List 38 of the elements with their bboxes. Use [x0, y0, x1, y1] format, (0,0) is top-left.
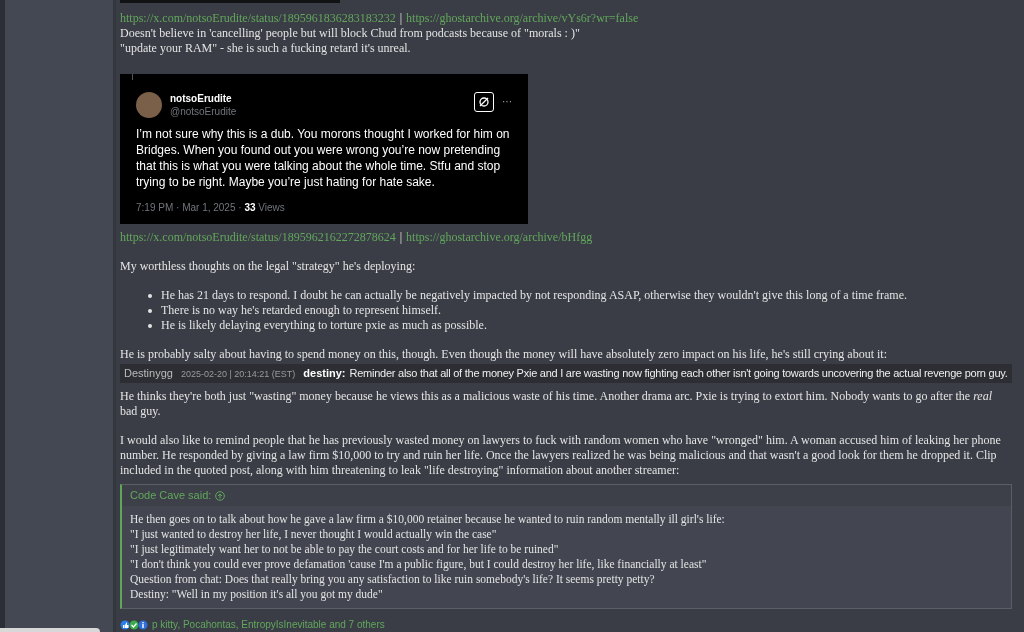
quote-text: "I don't think you could ever prove defamation 'cause I'm a public figure, but I could destroy her life, like financially at least" — [130, 557, 708, 572]
bullet-icon — [148, 309, 152, 313]
bullet-icon — [148, 324, 152, 328]
chat-text: Reminder also that all of the money Pxie and I are wasting now fighting each other isn't going towards uncovering the actual revenge porn guy. — [349, 366, 1008, 380]
post-text: My worthless thoughts on the legal "strategy" he's deploying: — [120, 259, 417, 274]
post-text: He is probably salty about having to spend money on this, though. Even though the money will have absolutely zero impact on his life, he's still crying about it: — [120, 347, 889, 362]
tweet-text: I’m not sure why this is a dub. You morons thought I worked for him on Bridges. When you found out you were wrong you’re now pretending that this is what you were talking about the whole time. Stfu and stop trying to be right. Maybe you’re just hating for hate sake. — [136, 125, 511, 190]
quote-text: "I just legitimately want her to not be able to pay the court costs and for her life to be ruined" — [130, 542, 560, 557]
quote-author-link[interactable]: Code Cave said: — [130, 488, 212, 503]
user-handle: @notsoErudite — [170, 104, 237, 118]
list-item-text: He has 21 days to respond. I doubt he can actually be negatively impacted by not responding ASAP, otherwise they wouldn't give this long of a time frame. — [161, 288, 907, 303]
tweet-meta: 7:19 PM · Mar 1, 2025 · 33 Views — [136, 200, 286, 215]
quote-text: Destiny: "Well in my position it's all you got my dude" — [130, 587, 384, 602]
post-text: He thinks they're both just "wasting" money because he views this as a malicious waste of his time. Another drama arc. Pxie is trying to extort him. Nobody wants to go after the real bad guy. — [120, 389, 993, 419]
post-text: "update your RAM" - she is such a fucking retard it's unreal. — [120, 40, 412, 56]
separator-text: | — [399, 230, 403, 245]
scrollbar-thumb[interactable] — [0, 628, 100, 632]
quote-text: "I just wanted to destroy her life, I never thought I would actually win the case" — [130, 527, 498, 542]
chat-author: destiny: — [303, 366, 346, 380]
more-button[interactable]: ··· — [502, 91, 512, 112]
reaction-names-link[interactable]: p kitty, Pocahontas, EntropyIsInevitable and 7 others — [152, 617, 385, 632]
chat-timestamp: 2025-02-20 | 20:14:21 (EST) — [180, 368, 296, 381]
list-item-text: He is likely delaying everything to torture pxie as much as possible. — [161, 318, 487, 333]
post-text: Doesn't believe in 'cancelling' people but will block Chud from podcasts because of "morals : )" — [120, 25, 581, 41]
quote-text: Question from chat: Does that really bring you any satisfaction to like ruin somebody's life? It seems pretty petty? — [130, 572, 656, 587]
post-text: I would also like to remind people that he has previously wasted money on lawyers to fuck with random women who have "wronged" him. A woman accused him of leaking her phone number. He responded by giving a law firm $10,000 to try and ruin her life. Once the lawyers realized he was being malicious and that wasn't a good look for them he dropped it. Clip included in the quoted post, along with him threatening to leak "life destroying" information about another streamer: — [120, 433, 1002, 478]
bullet-icon — [148, 294, 152, 298]
link[interactable]: https://x.com/notsoErudite/status/1895962162272878624 — [120, 230, 396, 245]
link[interactable]: https://ghostarchive.org/archive/vYs6r?wr=false — [406, 10, 639, 26]
quote-text: He then goes on to talk about how he gave a law firm a $10,000 retainer because he wanted to ruin random mentally ill girl's life: — [130, 512, 726, 527]
list-item-text: There is no way he's retarded enough to represent himself. — [161, 303, 442, 318]
reaction-icons — [120, 619, 150, 630]
channel-name: Destinygg — [124, 366, 173, 380]
arrow-up-icon[interactable] — [215, 490, 226, 501]
user-name: notsoErudite — [170, 91, 233, 105]
separator-text: | — [399, 10, 403, 26]
link[interactable]: https://ghostarchive.org/archive/bHfgg — [406, 230, 593, 245]
link[interactable]: https://x.com/notsoErudite/status/1895961836283183232 — [120, 10, 396, 26]
